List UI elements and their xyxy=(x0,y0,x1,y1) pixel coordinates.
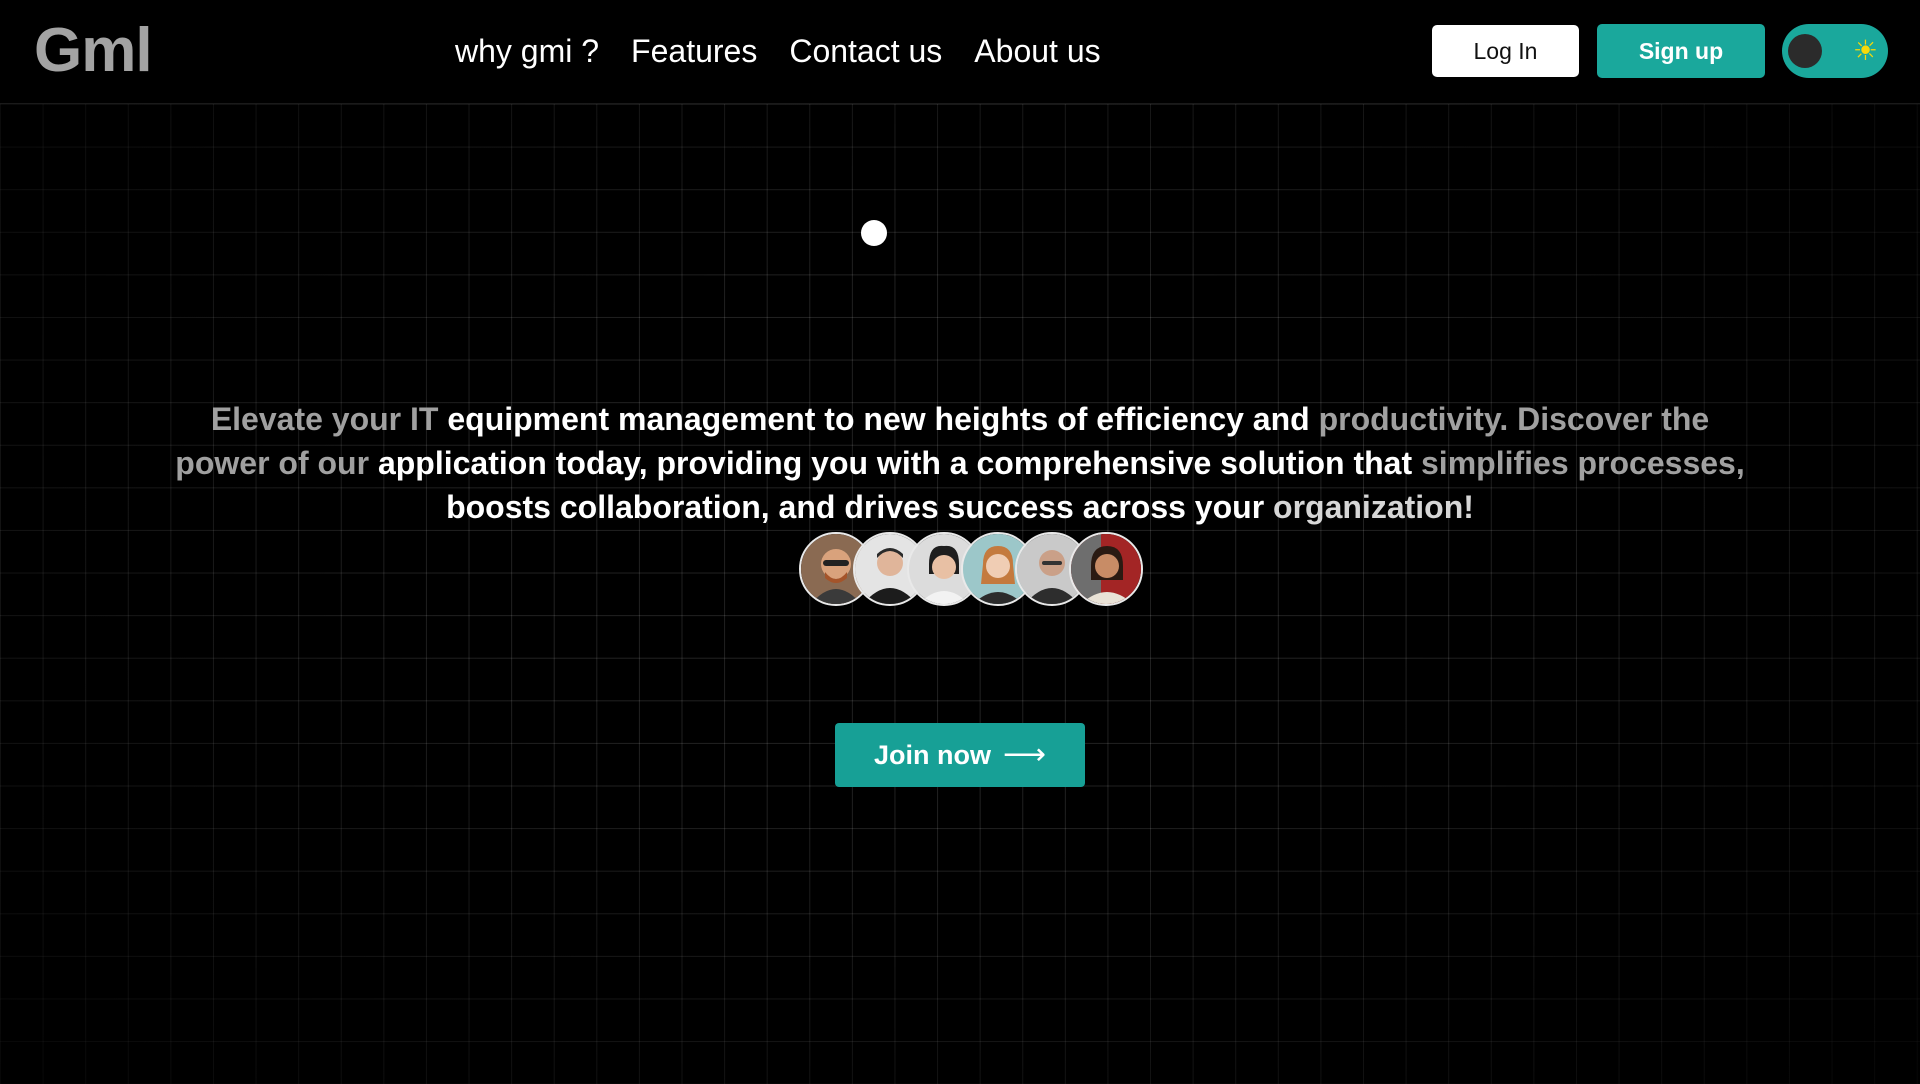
signup-button[interactable]: Sign up xyxy=(1597,24,1765,78)
join-now-label: Join now xyxy=(873,739,991,770)
login-button[interactable]: Log In xyxy=(1432,25,1579,77)
toggle-knob xyxy=(1788,34,1822,68)
main-nav: why gmi ? Features Contact us About us xyxy=(455,28,1101,74)
nav-why-gmi[interactable]: why gmi ? xyxy=(455,28,599,74)
nav-about-us[interactable]: About us xyxy=(974,28,1100,74)
hero-text-part: equipment management to new heights of e… xyxy=(447,401,1319,437)
hero-text-part: simplifies processes, xyxy=(1421,445,1745,481)
top-navbar: Gml why gmi ? Features Contact us About … xyxy=(0,0,1920,104)
landing-page: Gml why gmi ? Features Contact us About … xyxy=(0,0,1920,1084)
nav-features[interactable]: Features xyxy=(631,28,757,74)
decorative-dot xyxy=(861,220,887,246)
avatar-group xyxy=(799,532,1143,606)
hero-text-part: boosts collaboration, and drives success… xyxy=(446,489,1274,525)
join-now-button[interactable]: Join now ⟶ xyxy=(835,723,1085,787)
arrow-right-icon: ⟶ xyxy=(1002,738,1046,771)
hero-text-part: application today, providing you with a … xyxy=(377,445,1421,481)
hero-description: Elevate your IT equipment management to … xyxy=(170,397,1750,529)
logo[interactable]: Gml xyxy=(34,14,153,88)
sun-icon: ☀ xyxy=(1852,35,1878,66)
avatar xyxy=(1069,532,1143,606)
nav-contact-us[interactable]: Contact us xyxy=(789,28,942,74)
hero-text-part: Elevate your IT xyxy=(210,401,448,437)
hero-text-part: organization! xyxy=(1273,489,1474,525)
theme-toggle[interactable]: ☀ xyxy=(1782,24,1888,78)
